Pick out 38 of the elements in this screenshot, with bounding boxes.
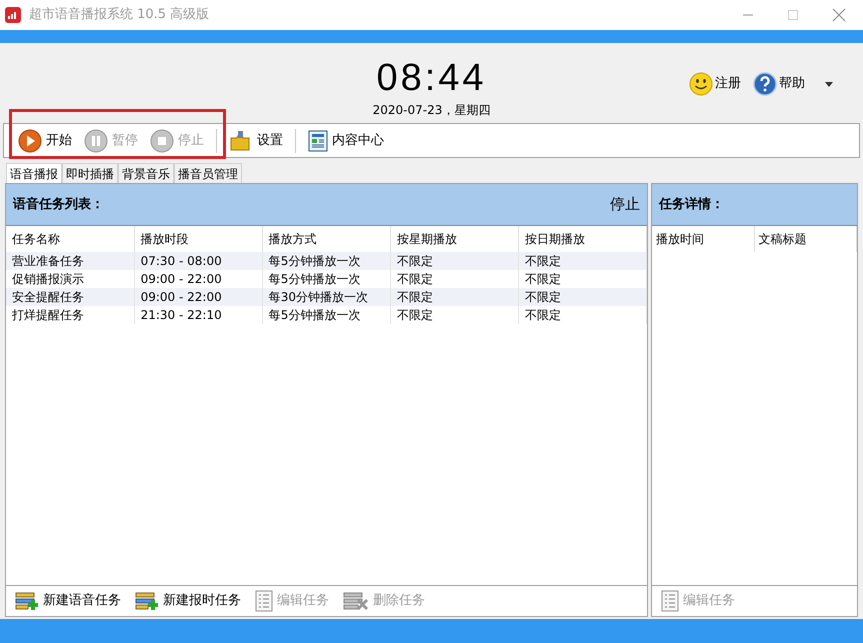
panel-title: 任务详情： [659,196,724,214]
action-button[interactable]: 新建语音任务 [11,588,125,614]
table-cell: 21:30 - 22:10 [134,306,262,324]
tab[interactable]: 即时插播 [62,163,118,183]
delete-list-icon [343,591,369,611]
dropdown-caret-icon[interactable] [825,82,833,86]
tab[interactable]: 背景音乐 [118,163,174,183]
table-cell: 不限定 [390,306,518,324]
action-button[interactable]: 内容中心 [304,128,388,154]
tab[interactable]: 语音播报 [6,163,62,183]
list-page-icon [661,590,679,612]
add-list-icon [15,591,39,611]
action-button[interactable]: 新建报时任务 [131,588,245,614]
header-link[interactable]: 注册 [689,72,741,96]
app-logo-icon [5,7,21,23]
window-title: 超市语音播报系统 10.5 高级版 [29,6,210,24]
table-cell: 打烊提醒任务 [6,306,134,324]
close-icon[interactable] [832,8,846,22]
tab[interactable]: 播音员管理 [174,163,242,183]
pause-icon [84,128,108,152]
clock-date: 2020-07-23，星期四 [372,102,490,119]
panel-title: 语音任务列表： [13,196,104,214]
stop-icon [150,128,174,152]
action-button[interactable]: 开始 [14,128,76,154]
add-list-icon [135,591,159,611]
table-cell: 不限定 [518,306,646,324]
list-page-icon [255,590,273,612]
help-icon [753,72,777,96]
table-cell: 每5分钟播放一次 [262,306,390,324]
header-link[interactable]: 帮助 [753,72,805,96]
document-icon [308,130,328,152]
play-icon [18,128,42,152]
clock-time: 08:44 [376,57,487,99]
column-header[interactable]: 播放时间 [652,226,754,252]
column-header[interactable]: 文稿标题 [754,226,857,252]
playback-status: 停止 [610,194,640,216]
action-button[interactable]: 设置 [225,128,287,154]
smiley-icon [689,72,713,96]
